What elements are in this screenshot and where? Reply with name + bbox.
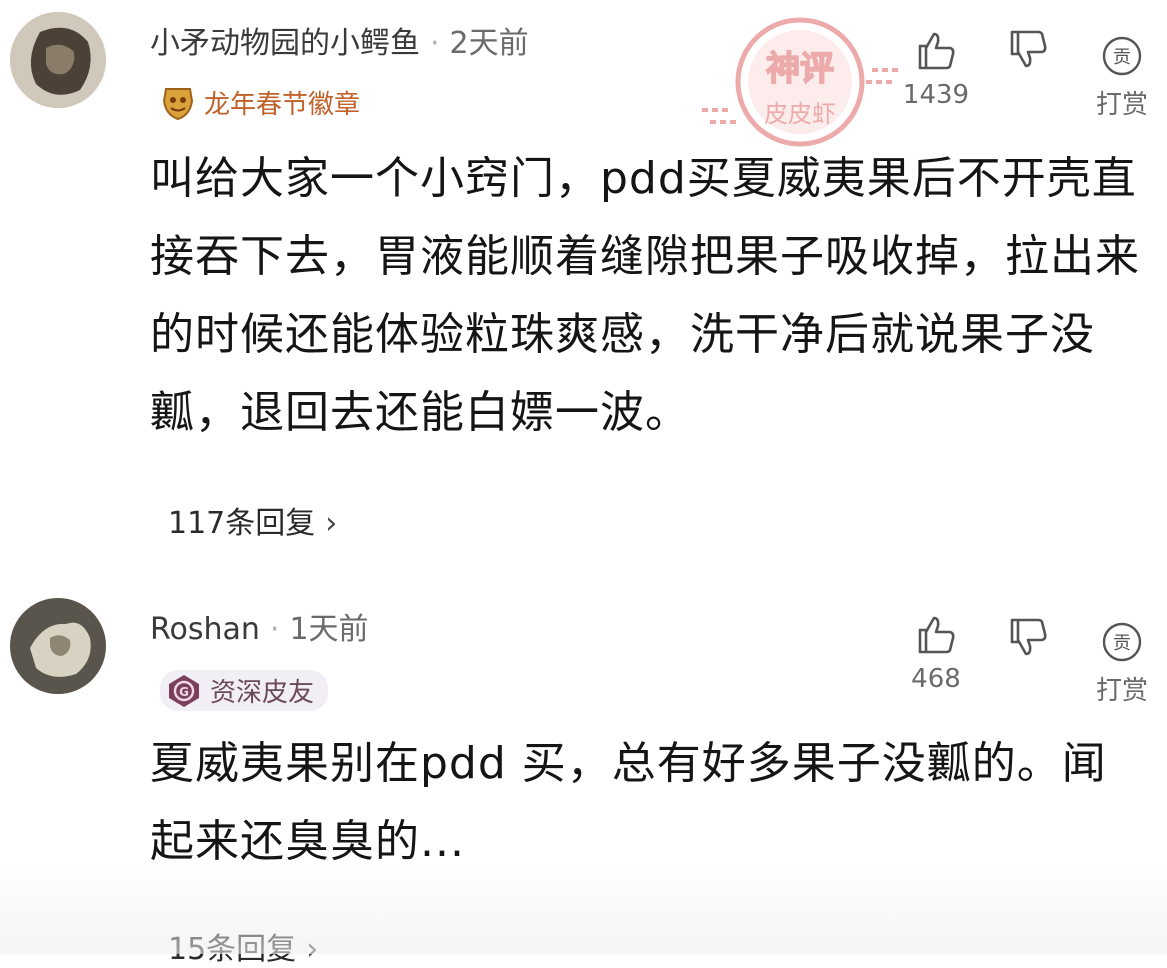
like-button[interactable]: 1439: [896, 28, 976, 110]
replies-count: 117条回复: [168, 506, 316, 541]
badge-label: 资深皮友: [210, 678, 315, 708]
like-count: 1439: [902, 80, 970, 110]
comment-text: 夏威夷果别在pdd 买，总有好多果子没瓤的。闻起来还臭臭的...: [150, 738, 1107, 867]
user-badge[interactable]: G 资深皮友: [160, 670, 329, 711]
thumbs-up-icon: [918, 616, 955, 654]
username[interactable]: 小矛动物园的小鳄鱼: [150, 26, 420, 61]
replies-link[interactable]: 117条回复 ›: [168, 498, 337, 542]
like-button[interactable]: 468: [896, 612, 976, 694]
dislike-button[interactable]: [1000, 28, 1056, 72]
thumbs-up-icon: [918, 32, 955, 70]
bottom-fade: [0, 860, 1167, 954]
thumbs-down-icon: [1010, 30, 1047, 68]
user-badge[interactable]: 龙年春节徽章: [160, 84, 360, 121]
comment-meta: 小矛动物园的小鳄鱼 · 2天前: [150, 18, 529, 62]
avatar[interactable]: [10, 598, 106, 694]
separator-dot: ·: [269, 612, 280, 647]
chevron-right-icon: ›: [325, 506, 338, 541]
svg-text:G: G: [179, 685, 189, 699]
tip-label: 打赏: [1095, 90, 1148, 120]
dislike-button[interactable]: [1000, 616, 1056, 660]
thumbs-down-icon: [1010, 618, 1047, 656]
timestamp: 1天前: [289, 612, 369, 647]
tip-button[interactable]: 贡 打赏: [1092, 620, 1152, 707]
avatar[interactable]: [10, 12, 106, 108]
tip-button[interactable]: 贡 打赏: [1092, 34, 1152, 121]
watermark-bottom-text: 皮皮虾: [764, 100, 836, 128]
svg-text:贡: 贡: [1113, 633, 1131, 654]
comment-meta: Roshan · 1天前: [150, 604, 369, 648]
watermark-top-text: 神评: [766, 49, 834, 89]
dragon-badge-icon: [162, 87, 194, 120]
tip-coin-icon: 贡: [1102, 36, 1142, 76]
comment-text: 叫给大家一个小窍门，pdd买夏威夷果后不开壳直接吞下去，胃液能顺着缝隙把果子吸收…: [150, 153, 1140, 438]
separator-dot: ·: [430, 26, 440, 61]
watermark-logo: 神评 皮皮虾: [700, 10, 900, 160]
tip-label: 打赏: [1095, 676, 1148, 706]
username[interactable]: Roshan: [150, 612, 260, 647]
like-count: 468: [911, 664, 961, 694]
senior-member-badge-icon: G: [169, 674, 199, 707]
tip-coin-icon: 贡: [1102, 622, 1142, 662]
svg-text:贡: 贡: [1113, 47, 1131, 68]
badge-label: 龙年春节徽章: [204, 90, 361, 120]
comment-card: 小矛动物园的小鳄鱼 · 2天前 龙年春节徽章 叫给大家一个小窍门，pdd买夏威夷果后…: [0, 0, 1167, 560]
timestamp: 2天前: [449, 26, 529, 61]
